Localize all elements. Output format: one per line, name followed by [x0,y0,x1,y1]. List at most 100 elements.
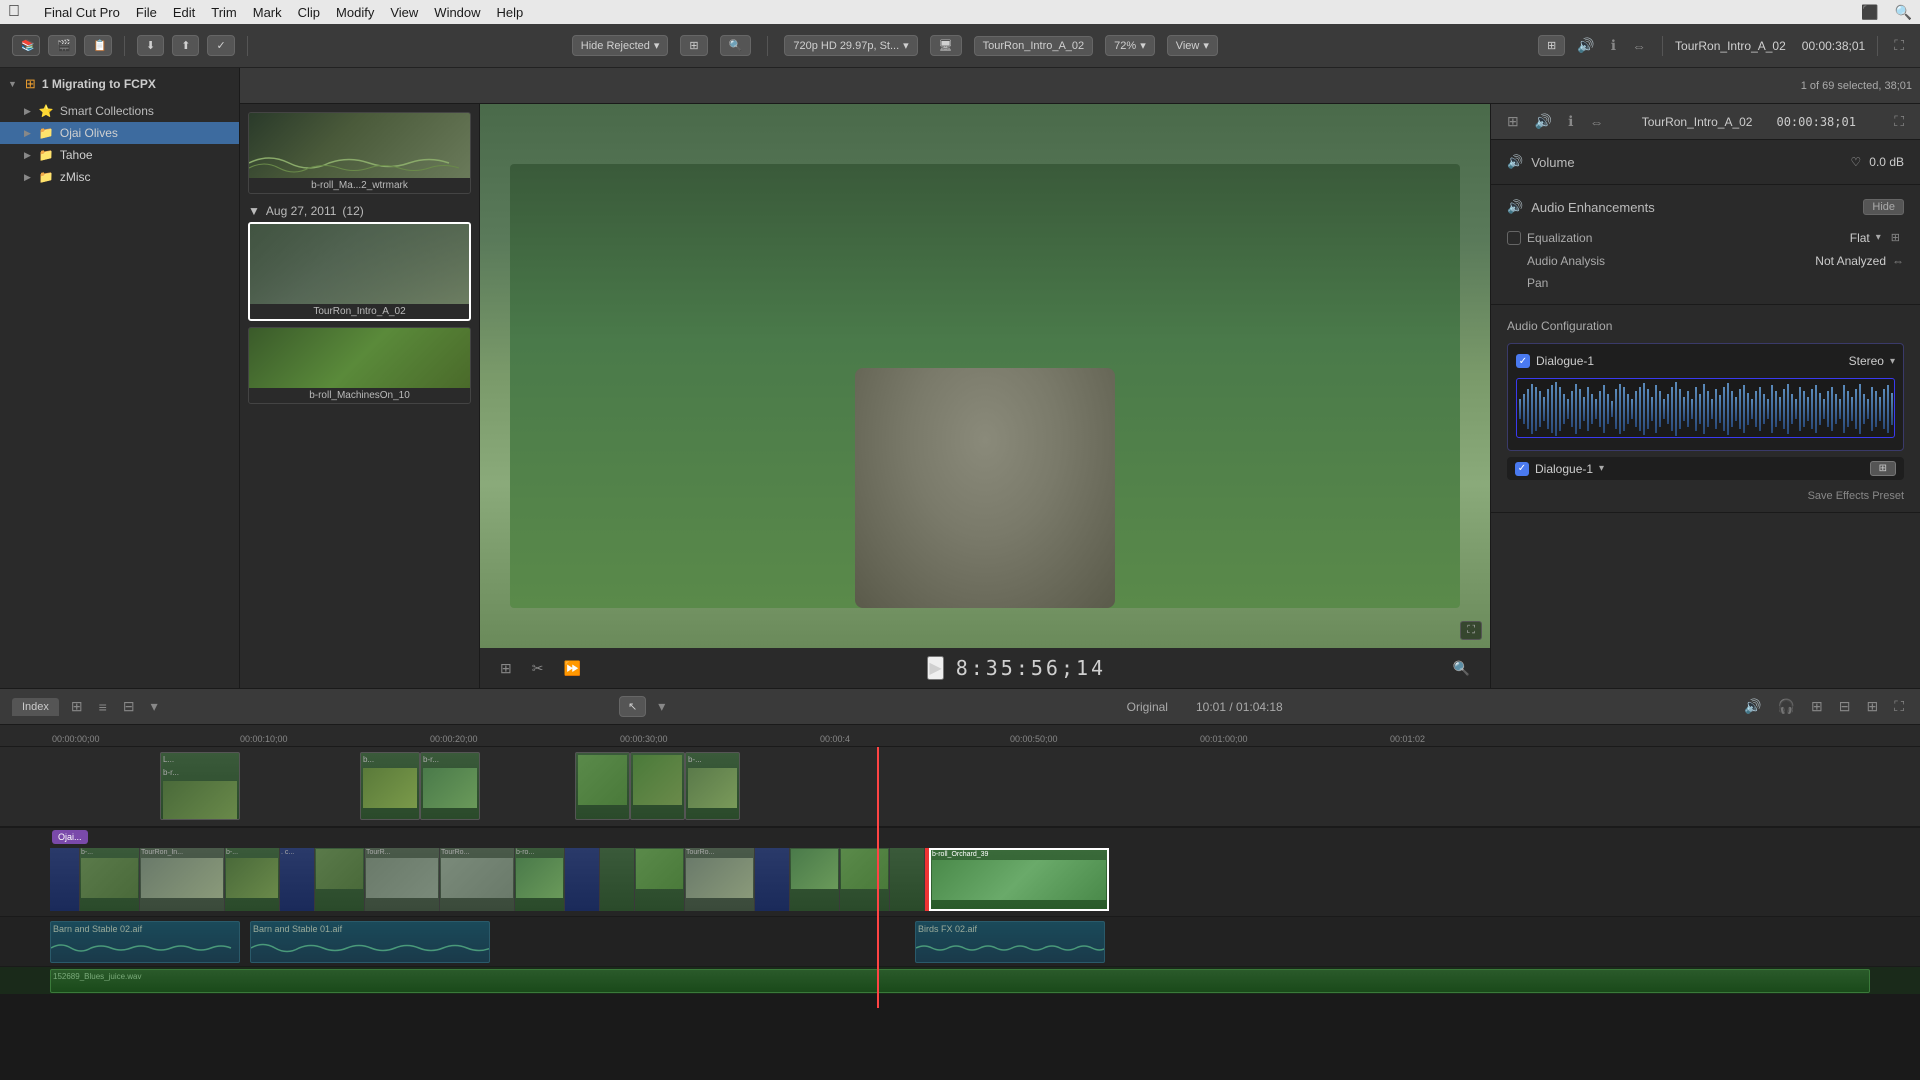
menu-modify[interactable]: Modify [336,5,374,20]
clip-broll-main-3[interactable] [315,848,365,911]
skimmer-audio-btn[interactable]: ⊞ [1807,696,1827,717]
menu-mark[interactable]: Mark [253,5,282,20]
speaker-icon[interactable]: 🔊 [1573,35,1598,56]
clip-tourro-4[interactable]: TourRo... [685,848,755,911]
menu-clip[interactable]: Clip [298,5,320,20]
sidebar-project[interactable]: ▼ ⊞ 1 Migrating to FCPX [0,68,239,100]
back-btn[interactable]: ⬇ [137,35,164,56]
eq-dropdown-btn[interactable]: ▾ [1876,232,1881,243]
clip-appearance-timeline-btn[interactable]: ⊟ [1835,696,1855,717]
clip-broll-main-5[interactable] [840,848,890,911]
clip-bro-main[interactable]: b-ro... [515,848,565,911]
broll-clip-4[interactable] [575,752,630,820]
monitor-btn[interactable]: 🖥 [930,35,962,56]
clip-broll-2[interactable]: b-roll_MachinesOn_10 [248,327,471,404]
selection-tool-btn[interactable]: ↖ [619,696,646,717]
clip-bro-2[interactable] [635,848,685,911]
menu-help[interactable]: Help [497,5,524,20]
clip-b2[interactable]: . c... [280,848,315,911]
viewer-speed-btn[interactable]: ⏩ [559,658,584,679]
clip-broll-main-4[interactable] [790,848,840,911]
timeline-view-btn-4[interactable]: ▾ [147,696,162,717]
sidebar-item-zmisc[interactable]: ▶ 📁 zMisc [0,166,239,188]
zoom-in-btn[interactable]: ⛶ [1890,696,1908,717]
clip-b[interactable] [50,848,80,911]
inspector-layout-btn[interactable]: ⊞ [1503,111,1523,132]
clip-appearance-btn[interactable]: ⊞ [680,35,707,56]
sidebar-item-tahoe[interactable]: ▶ 📁 Tahoe [0,144,239,166]
eq-checkbox[interactable] [1507,231,1521,245]
broll-clip-3[interactable]: b-r... [420,752,480,820]
resolution-dropdown[interactable]: 720p HD 29.97p, St... ▾ [784,35,917,56]
broll-clip-6[interactable]: b-... [685,752,740,820]
clip-tourron-main[interactable]: TourRon_In... [140,848,225,911]
clip-tourr-main2[interactable]: TourR... [365,848,440,911]
zoom-dropdown[interactable]: 72% ▾ [1105,35,1155,56]
headphone-btn[interactable]: 🎧 [1774,696,1799,717]
stereo-dropdown-btn[interactable]: ▾ [1890,356,1895,367]
clip-name-display[interactable]: TourRon_Intro_A_02 [974,36,1094,56]
view-btn[interactable]: View ▾ [1167,35,1218,56]
clip-b3[interactable] [565,848,600,911]
layout-btn[interactable]: ⊞ [1538,35,1565,56]
library-btn[interactable]: 📚 [12,35,40,56]
selected-clip-orchard[interactable]: b-roll_Orchard_39 [929,848,1109,911]
spotlight-icon[interactable]: 🔍 [1895,4,1912,21]
timeline-view-btn-2[interactable]: ≡ [95,697,111,717]
save-effects-preset-btn[interactable]: Save Effects Preset [1808,490,1904,502]
search-btn[interactable]: 🔍 [720,35,752,56]
clip-broll-1[interactable]: b-roll_Ma...2_wtrmark [248,112,471,194]
forward-btn[interactable]: ⬆ [172,35,199,56]
inspector-action-btn[interactable]: ⛶ [1890,111,1908,132]
clip-height-btn[interactable]: ⊞ [1862,696,1882,717]
clip-b4[interactable] [755,848,790,911]
sidebar-item-ojai-olives[interactable]: ▶ 📁 Ojai Olives [0,122,239,144]
selection-dropdown-btn[interactable]: ▾ [654,696,669,717]
clip-broll-s1[interactable] [600,848,635,911]
menu-window[interactable]: Window [434,5,480,20]
check-btn[interactable]: ✓ [207,35,234,56]
broll-clip-2[interactable]: b... [360,752,420,820]
clip-broll-main-6[interactable] [890,848,925,911]
inspector-keyframe-btn[interactable]: ⇔ [1586,112,1608,132]
inspector-info-btn[interactable]: ℹ [1564,111,1577,132]
sidebar-smart-collections[interactable]: ▶ ⭐ Smart Collections [0,100,239,122]
clip-broll-main-2[interactable]: b-... [225,848,280,911]
apple-menu[interactable]:  [8,3,20,21]
viewer-blade-btn[interactable]: ✂ [528,658,548,679]
broll-clip-1[interactable]: L... b-r... [160,752,240,820]
menu-edit[interactable]: Edit [173,5,195,20]
hide-button[interactable]: Hide [1863,199,1904,215]
dialogue1-second-checkbox[interactable]: ✓ [1515,462,1529,476]
inspector-speaker-btn[interactable]: 🔊 [1531,111,1556,132]
clip-tourro-main3[interactable]: TourRo... [440,848,515,911]
clip-broll-main-1[interactable]: b-... [80,848,140,911]
menu-fcpx[interactable]: Final Cut Pro [44,5,120,20]
play-button[interactable]: ▶ [927,656,943,680]
eq-graph-btn[interactable]: ⊞ [1887,229,1904,246]
viewer-transform-btn[interactable]: ⊞ [496,658,516,679]
event-btn[interactable]: 🎬 [48,35,76,56]
viewer-fullscreen-btn[interactable]: ⛶ [1460,621,1482,640]
menu-view[interactable]: View [390,5,418,20]
keyframe-btn[interactable]: ⇔ [1628,36,1650,56]
audio-clip-birds-fx[interactable]: Birds FX 02.aif [915,921,1105,963]
menu-trim[interactable]: Trim [211,5,237,20]
menu-file[interactable]: File [136,5,157,20]
viewer-zoom-btn[interactable]: 🔍 [1449,658,1474,679]
music-clip[interactable]: 152689_Blues_juice.wav [50,969,1870,993]
broll-clip-5[interactable] [630,752,685,820]
audio-meter-btn[interactable]: 🔊 [1740,696,1765,717]
timeline-view-btn-1[interactable]: ⊞ [67,696,87,717]
filter-dropdown[interactable]: Hide Rejected ▾ [572,35,669,56]
clip-tourron[interactable]: TourRon_Intro_A_02 [248,222,471,321]
info-btn[interactable]: ℹ [1607,35,1620,56]
dialogue1-dropdown-btn[interactable]: ▾ [1599,463,1604,474]
audio-clip-barn-stable-01[interactable]: Barn and Stable 01.aif [250,921,490,963]
index-tab[interactable]: Index [12,698,59,716]
project-btn[interactable]: 📋 [84,35,112,56]
fullscreen-btn[interactable]: ⛶ [1890,35,1908,56]
timeline-view-btn-3[interactable]: ⊟ [119,696,139,717]
audio-clip-barn-stable-02[interactable]: Barn and Stable 02.aif [50,921,240,963]
dialogue1-checkbox[interactable]: ✓ [1516,354,1530,368]
